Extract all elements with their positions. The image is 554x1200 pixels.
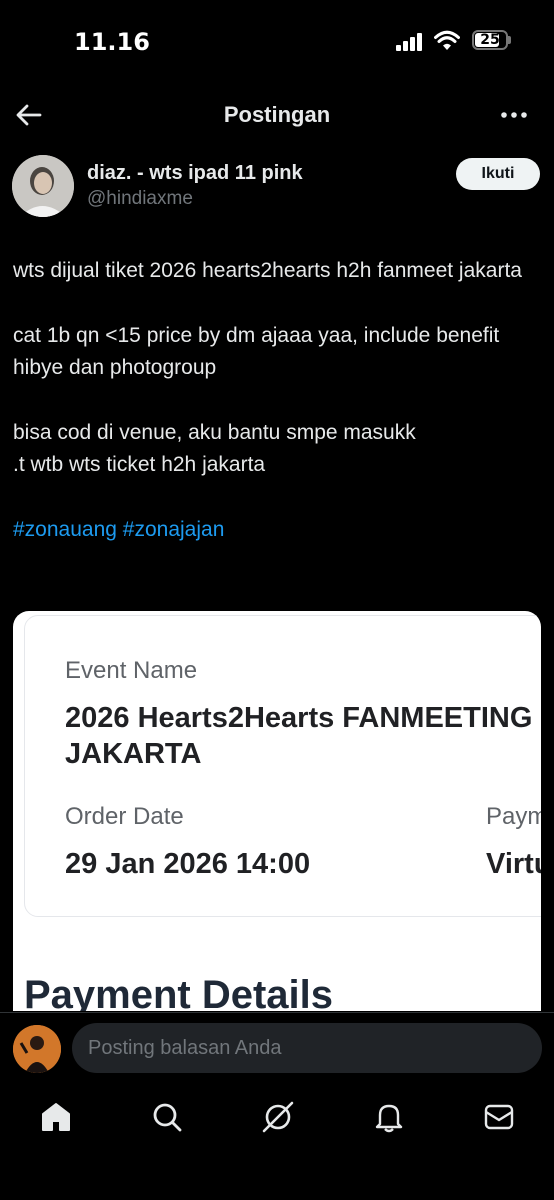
page-title: Postingan: [223, 102, 331, 127]
more-options-icon[interactable]: [498, 100, 530, 130]
event-name-label: Event Name: [65, 657, 198, 684]
post-image[interactable]: Event Name 2026 Hearts2Hearts FANMEETING…: [13, 611, 541, 1011]
post-text: wts dijual tiket 2026 hearts2hearts h2h …: [13, 255, 538, 579]
post-paragraph: cat 1b qn <15 price by dm ajaaa yaa, inc…: [13, 324, 500, 379]
author-avatar[interactable]: [12, 155, 74, 217]
search-icon[interactable]: [150, 1100, 184, 1134]
reply-input[interactable]: [72, 1023, 542, 1073]
hashtags: #zonauang #zonajajan: [13, 514, 538, 546]
follow-button[interactable]: Ikuti: [456, 158, 540, 190]
post-paragraph: bisa cod di venue, aku bantu smpe masukk…: [13, 421, 416, 476]
notifications-icon[interactable]: [372, 1100, 406, 1134]
hashtag-link[interactable]: #zonauang: [13, 518, 117, 541]
battery-icon: 25: [472, 30, 508, 50]
post-paragraph: wts dijual tiket 2026 hearts2hearts h2h …: [13, 259, 522, 282]
payment-label: Paym: [486, 803, 541, 830]
order-date-label: Order Date: [65, 803, 184, 830]
top-bar: Postingan: [0, 90, 554, 140]
order-date-value: 29 Jan 2026 14:00: [65, 848, 311, 880]
post-author: diaz. - wts ipad 11 pink @hindiaxme Ikut…: [12, 155, 542, 219]
status-time: 11.16: [74, 28, 150, 56]
event-name-line1: 2026 Hearts2Hearts FANMEETING: [65, 702, 533, 734]
battery-level: 25: [480, 32, 500, 48]
messages-icon[interactable]: [482, 1100, 516, 1134]
hashtag-link[interactable]: #zonajajan: [123, 518, 225, 541]
payment-value: Virtu: [486, 848, 541, 880]
bottom-nav: [0, 1090, 554, 1150]
home-icon[interactable]: [39, 1100, 73, 1134]
my-avatar: [13, 1025, 61, 1073]
event-name-line2: JAKARTA: [65, 738, 202, 770]
author-handle[interactable]: @hindiaxme: [87, 188, 193, 210]
grok-icon[interactable]: [261, 1100, 295, 1134]
author-name[interactable]: diaz. - wts ipad 11 pink: [87, 162, 303, 185]
wifi-icon: [434, 30, 460, 50]
cellular-signal-icon: [396, 33, 422, 51]
status-bar: 11.16 25: [0, 0, 554, 84]
order-card: Event Name 2026 Hearts2Hearts FANMEETING…: [24, 615, 541, 917]
payment-details-title: Payment Details: [24, 973, 334, 1011]
reply-bar: [0, 1012, 554, 1085]
